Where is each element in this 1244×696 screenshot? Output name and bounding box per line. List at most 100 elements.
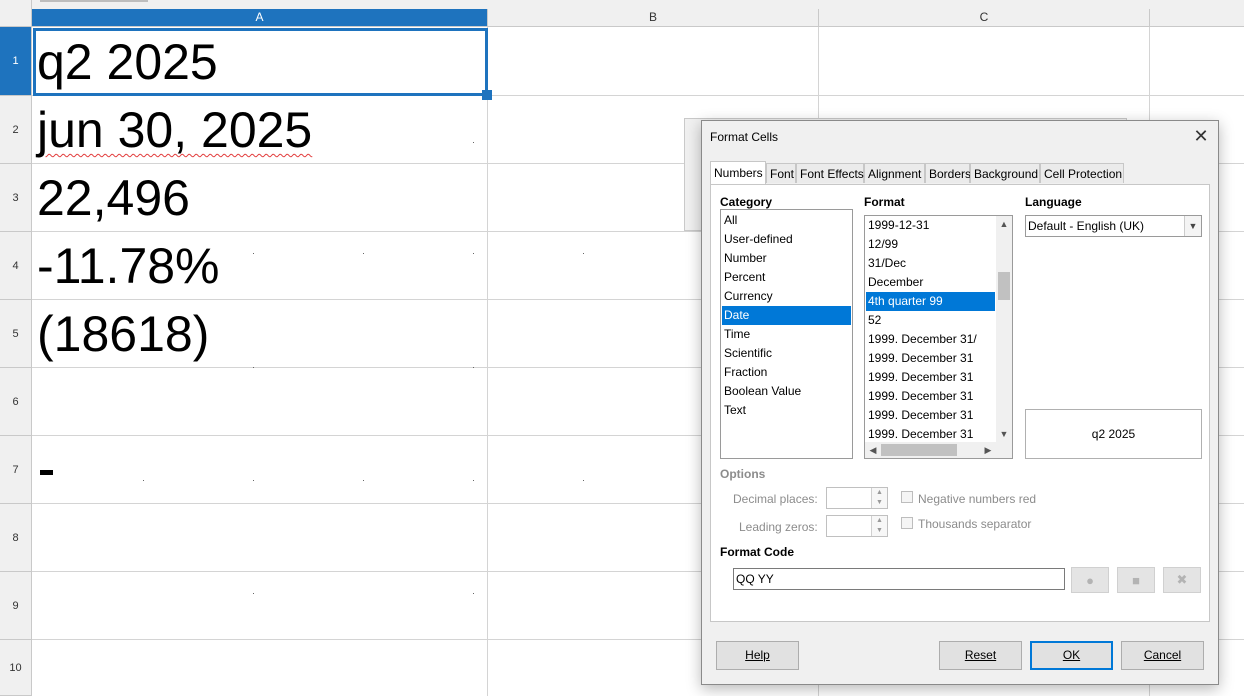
delete-icon: ✖ [1176, 572, 1188, 587]
reset-button[interactable]: Reset [939, 641, 1022, 670]
list-item[interactable]: 31/Dec [866, 254, 995, 273]
list-item[interactable]: 12/99 [866, 235, 995, 254]
format-list-vscroll[interactable]: ▲ ▼ [996, 216, 1012, 442]
tab-cell-protection[interactable]: Cell Protection [1040, 163, 1124, 183]
leading-zeros-stepper: ▲ ▼ [826, 515, 888, 537]
list-item-selected[interactable]: 4th quarter 99 [866, 292, 995, 311]
list-item[interactable]: 1999-12-31 [866, 216, 995, 235]
add-format-button[interactable]: ● [1071, 567, 1109, 593]
chevron-up-icon[interactable]: ▲ [996, 216, 1012, 232]
list-item[interactable]: Text [722, 401, 851, 420]
remove-format-button[interactable]: ✖ [1163, 567, 1201, 593]
chevron-down-icon[interactable]: ▼ [996, 426, 1012, 442]
thousands-separator-label: Thousands separator [918, 517, 1032, 531]
list-item[interactable]: 1999. December 31 [866, 368, 995, 387]
list-item[interactable]: 1999. December 31 [866, 349, 995, 368]
list-item[interactable]: 1999. December 31 [866, 387, 995, 406]
scroll-thumb[interactable] [881, 444, 957, 456]
page-break-dot [363, 480, 364, 481]
list-item[interactable]: 1999. December 31 [866, 406, 995, 425]
column-header-b[interactable]: B [488, 9, 819, 27]
list-item-selected[interactable]: Date [722, 306, 851, 325]
column-header-a[interactable]: A [32, 9, 488, 27]
list-item[interactable]: 52 [866, 311, 995, 330]
chevron-down-icon: ▼ [871, 526, 887, 536]
category-list[interactable]: All User-defined Number Percent Currency… [720, 209, 853, 459]
row-header-2[interactable]: 2 [0, 96, 32, 164]
page-break-dot [583, 480, 584, 481]
page-break-dot [253, 253, 254, 254]
column-header-c[interactable]: C [819, 9, 1150, 27]
list-item[interactable]: Scientific [722, 344, 851, 363]
format-cells-dialog: Format Cells ✕ Numbers Font Font Effects… [701, 120, 1219, 685]
tab-alignment[interactable]: Alignment [864, 163, 925, 183]
cancel-button[interactable]: Cancel [1121, 641, 1204, 670]
list-item[interactable]: Percent [722, 268, 851, 287]
cell-a3[interactable]: 22,496 [37, 173, 190, 223]
language-select[interactable]: Default - English (UK) ▼ [1025, 215, 1202, 237]
tab-borders[interactable]: Borders [925, 163, 971, 183]
fill-handle[interactable] [482, 90, 492, 100]
format-label: Format [864, 195, 905, 209]
scroll-thumb[interactable] [998, 272, 1010, 300]
page-break-dot [473, 142, 474, 143]
format-code-input[interactable]: QQ YY [733, 568, 1065, 590]
cell-a4[interactable]: -11.78% [37, 241, 220, 291]
tab-numbers[interactable]: Numbers [710, 161, 766, 184]
chevron-down-icon: ▼ [871, 498, 887, 508]
list-item[interactable]: December [866, 273, 995, 292]
sheet-tab-indicator [40, 0, 148, 2]
list-item[interactable]: Currency [722, 287, 851, 306]
format-list-hscroll[interactable]: ◀ ▶ [865, 442, 1012, 458]
list-item[interactable]: Boolean Value [722, 382, 851, 401]
page-break-dot [363, 253, 364, 254]
row-header-5[interactable]: 5 [0, 300, 32, 368]
category-label: Category [720, 195, 773, 209]
help-button-label: Help [745, 648, 770, 662]
row-header-9[interactable]: 9 [0, 572, 32, 640]
decimal-places-label: Decimal places: [733, 492, 818, 506]
row-header-8[interactable]: 8 [0, 504, 32, 572]
chevron-right-icon[interactable]: ▶ [980, 442, 996, 458]
page-break-dot [253, 480, 254, 481]
chevron-left-icon[interactable]: ◀ [865, 442, 881, 458]
check-icon: ● [1086, 572, 1094, 588]
tab-font-effects[interactable]: Font Effects [796, 163, 864, 183]
ok-button-label: OK [1062, 648, 1081, 662]
list-item[interactable]: Number [722, 249, 851, 268]
column-header-d[interactable] [1150, 9, 1244, 27]
row-header-6[interactable]: 6 [0, 368, 32, 436]
select-all-corner[interactable] [0, 0, 32, 27]
row-header-7[interactable]: 7 [0, 436, 32, 504]
leading-zeros-label: Leading zeros: [739, 520, 818, 534]
page-break-dot [473, 480, 474, 481]
row-header-1[interactable]: 1 [0, 27, 32, 96]
negative-red-checkbox [901, 491, 913, 503]
tab-background[interactable]: Background [970, 163, 1040, 183]
row-header-10[interactable]: 10 [0, 640, 32, 696]
list-item[interactable]: 1999. December 31/ [866, 330, 995, 349]
negative-red-label: Negative numbers red [918, 492, 1037, 506]
cell-a2[interactable]: jun 30, 2025 [37, 105, 312, 155]
page-break-dot [583, 253, 584, 254]
list-item[interactable]: Fraction [722, 363, 851, 382]
row-header-4[interactable]: 4 [0, 232, 32, 300]
edit-comment-button[interactable]: ■ [1117, 567, 1155, 593]
decimal-places-stepper: ▲ ▼ [826, 487, 888, 509]
options-label: Options [720, 467, 766, 481]
close-icon[interactable]: ✕ [1190, 125, 1212, 147]
tab-font[interactable]: Font [766, 163, 796, 183]
format-list[interactable]: 1999-12-31 12/99 31/Dec December 4th qua… [864, 215, 1013, 459]
format-preview: q2 2025 [1025, 409, 1202, 459]
page-break-dot [473, 253, 474, 254]
cell-a5[interactable]: (18618) [37, 309, 209, 359]
list-item[interactable]: All [722, 211, 851, 230]
help-button[interactable]: Help [716, 641, 799, 670]
comment-icon: ■ [1132, 572, 1140, 588]
chevron-down-icon[interactable]: ▼ [1184, 216, 1201, 236]
list-item[interactable]: Time [722, 325, 851, 344]
ok-button[interactable]: OK [1030, 641, 1113, 670]
list-item[interactable]: User-defined [722, 230, 851, 249]
row-header-3[interactable]: 3 [0, 164, 32, 232]
column-header-strip [32, 0, 1244, 9]
